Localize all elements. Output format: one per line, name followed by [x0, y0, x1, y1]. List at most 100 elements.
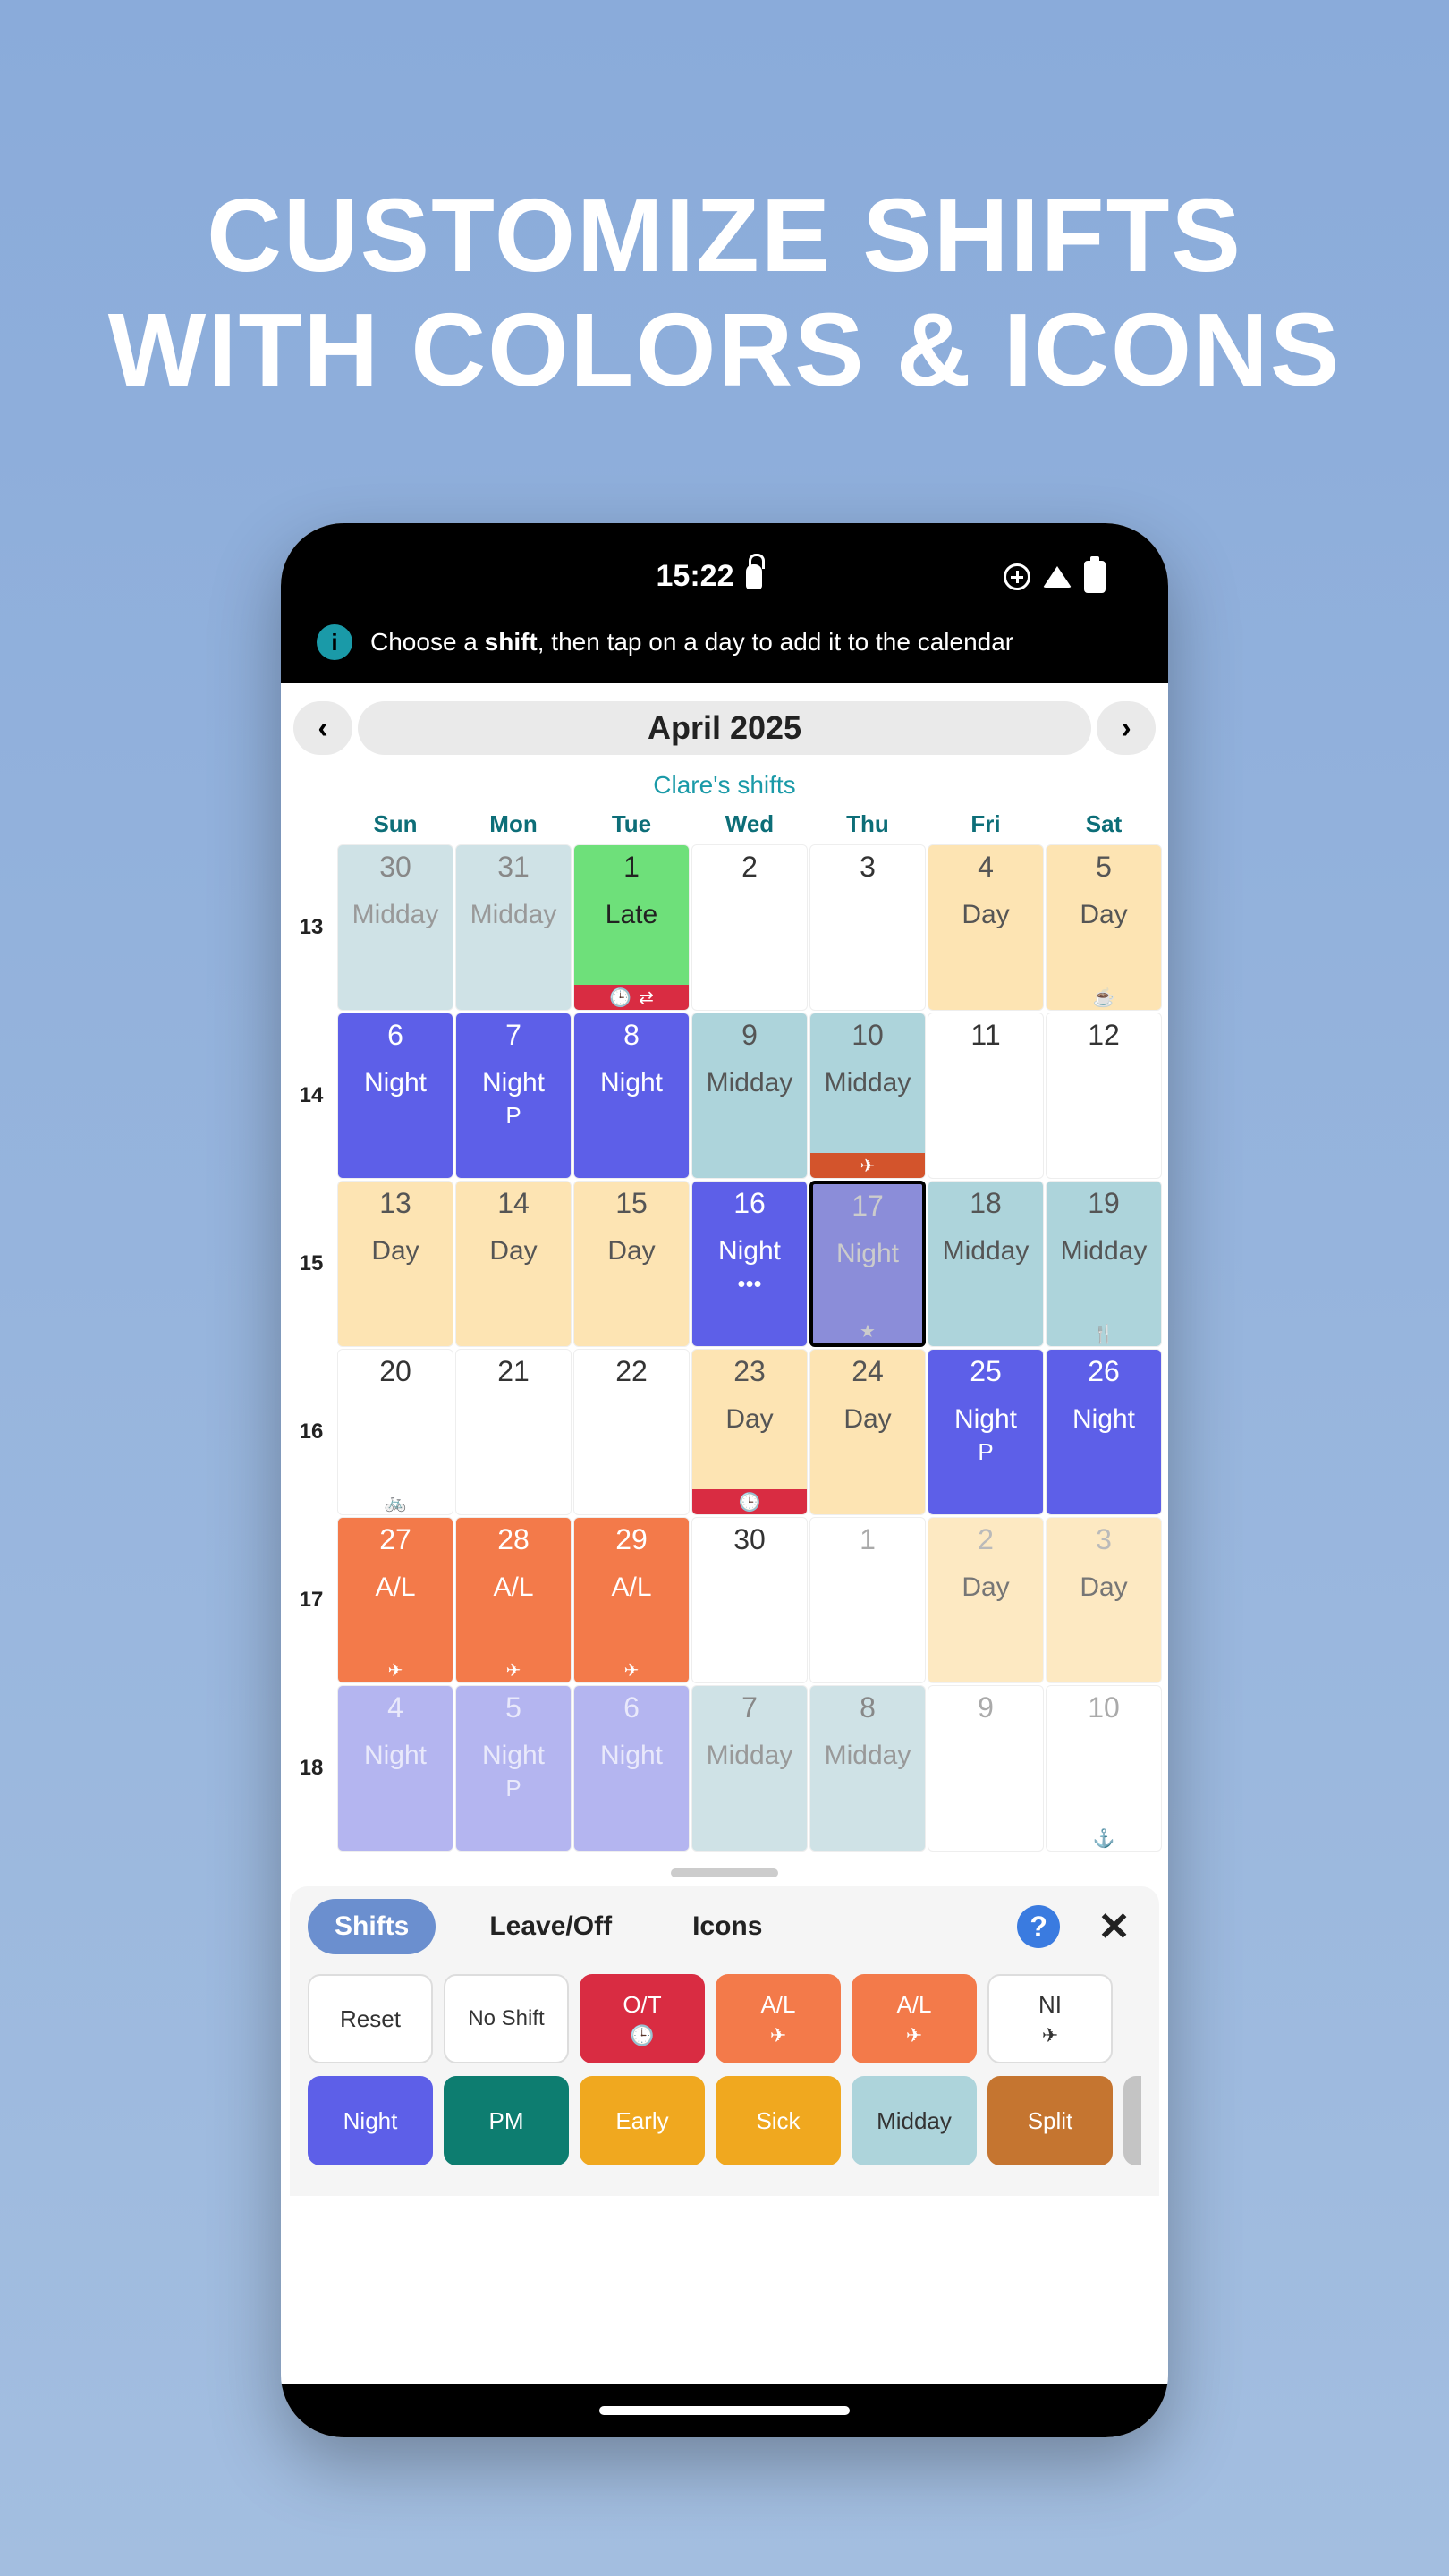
- calendar-cell[interactable]: 7 Night P: [455, 1013, 572, 1179]
- shift-label: Late: [606, 900, 657, 930]
- day-number: 2: [741, 851, 758, 884]
- calendar-cell[interactable]: 10 ⚓: [1046, 1685, 1162, 1852]
- calendar-cell[interactable]: 9 Midday: [691, 1013, 808, 1179]
- phone-frame: 15:22 i Choose a shift, then tap on a da…: [281, 523, 1168, 2437]
- shift-label: Night: [718, 1236, 781, 1267]
- month-navigation: ‹ April 2025 ›: [281, 683, 1168, 762]
- tab-icons[interactable]: Icons: [665, 1899, 789, 1954]
- calendar-cell[interactable]: 25 Night P: [928, 1349, 1044, 1515]
- calendar-cell[interactable]: 15 Day: [573, 1181, 690, 1347]
- shift-sublabel: P: [505, 1102, 521, 1130]
- shift-chip-midday[interactable]: Midday: [852, 2076, 977, 2165]
- shift-label: A/L: [375, 1572, 415, 1603]
- calendar-cell[interactable]: 5 Day ☕: [1046, 844, 1162, 1011]
- calendar-cell[interactable]: 7 Midday: [691, 1685, 808, 1852]
- shift-label: Day: [1080, 1572, 1127, 1603]
- add-alarm-icon: [1004, 564, 1030, 590]
- shift-chip-noshift[interactable]: No Shift: [444, 1974, 569, 2063]
- plane-icon: ✈: [1042, 2024, 1058, 2047]
- calendar-grid: SunMonTueWedThuFriSat 13 30 Midday 31 Mi…: [281, 805, 1168, 1852]
- calendar-cell[interactable]: 1 Late 🕒⇄: [573, 844, 690, 1011]
- shift-chip-sick[interactable]: Sick: [716, 2076, 841, 2165]
- shift-label: Day: [489, 1236, 537, 1267]
- next-month-button[interactable]: ›: [1097, 701, 1156, 755]
- shift-picker-panel: Shifts Leave/Off Icons ? ✕ ResetNo Shift…: [290, 1886, 1159, 2196]
- day-number: 11: [970, 1019, 1000, 1052]
- home-indicator[interactable]: [599, 2406, 850, 2415]
- calendar-cell[interactable]: 3 Day: [1046, 1517, 1162, 1683]
- plane-icon: ✈: [388, 1659, 403, 1682]
- shift-chip-night[interactable]: Night: [308, 2076, 433, 2165]
- shift-chip-ni[interactable]: NI✈: [987, 1974, 1113, 2063]
- calendar-cell[interactable]: 20 🚲: [337, 1349, 453, 1515]
- calendar-cell[interactable]: 24 Day: [809, 1349, 926, 1515]
- shift-label: Night: [364, 1741, 427, 1771]
- calendar-cell[interactable]: 21: [455, 1349, 572, 1515]
- shift-chip-pm[interactable]: PM: [444, 2076, 569, 2165]
- calendar-cell[interactable]: 2 Day: [928, 1517, 1044, 1683]
- day-number: 2: [978, 1523, 994, 1556]
- shift-chip-al[interactable]: A/L✈: [852, 1974, 977, 2063]
- calendar-cell[interactable]: 8 Night: [573, 1013, 690, 1179]
- calendar-cell[interactable]: 28 A/L ✈: [455, 1517, 572, 1683]
- calendar-cell[interactable]: 30: [691, 1517, 808, 1683]
- shift-label: A/L: [493, 1572, 533, 1603]
- calendar-cell[interactable]: 31 Midday: [455, 844, 572, 1011]
- shift-chip-[interactable]: 2: [1123, 2076, 1141, 2165]
- calendar-cell[interactable]: 23 Day 🕒: [691, 1349, 808, 1515]
- prev-month-button[interactable]: ‹: [293, 701, 352, 755]
- calendar-cell[interactable]: 5 Night P: [455, 1685, 572, 1852]
- calendar-cell[interactable]: 10 Midday ✈: [809, 1013, 926, 1179]
- calendar-cell[interactable]: 12: [1046, 1013, 1162, 1179]
- calendar-cell[interactable]: 29 A/L ✈: [573, 1517, 690, 1683]
- calendar-cell[interactable]: 11: [928, 1013, 1044, 1179]
- day-number: 18: [970, 1187, 1002, 1220]
- shift-chip-early[interactable]: Early: [580, 2076, 705, 2165]
- wifi-icon: [1043, 566, 1072, 588]
- calendar-cell[interactable]: 19 Midday 🍴: [1046, 1181, 1162, 1347]
- tab-shifts[interactable]: Shifts: [308, 1899, 436, 1954]
- day-number: 19: [1088, 1187, 1120, 1220]
- shift-label: Night: [364, 1068, 427, 1098]
- calendar-cell[interactable]: 4 Night: [337, 1685, 453, 1852]
- shift-chip-ot[interactable]: O/T🕒: [580, 1974, 705, 2063]
- month-title[interactable]: April 2025: [358, 701, 1091, 755]
- calendar-cell[interactable]: 30 Midday: [337, 844, 453, 1011]
- calendar-cell[interactable]: 6 Night: [337, 1013, 453, 1179]
- drag-handle[interactable]: [671, 1868, 778, 1877]
- week-number: 14: [286, 1012, 336, 1180]
- shift-chip-split[interactable]: Split: [987, 2076, 1113, 2165]
- help-button[interactable]: ?: [1017, 1905, 1060, 1948]
- calendar-cell[interactable]: 27 A/L ✈: [337, 1517, 453, 1683]
- day-number: 25: [970, 1355, 1002, 1388]
- week-number: 17: [286, 1516, 336, 1684]
- calendar-cell[interactable]: 3: [809, 844, 926, 1011]
- calendar-cell[interactable]: 2: [691, 844, 808, 1011]
- calendar-cell[interactable]: 17 Night ★: [809, 1181, 926, 1347]
- hero-text: CUSTOMIZE SHIFTSWITH COLORS & ICONS: [0, 0, 1449, 407]
- shift-label: Day: [962, 1572, 1009, 1603]
- shift-sublabel: P: [505, 1775, 521, 1802]
- calendar-cell[interactable]: 9: [928, 1685, 1044, 1852]
- calendar-cell[interactable]: 22: [573, 1349, 690, 1515]
- shift-label: Day: [725, 1404, 773, 1435]
- calendar-cell[interactable]: 6 Night: [573, 1685, 690, 1852]
- day-number: 4: [978, 851, 994, 884]
- calendar-cell[interactable]: 4 Day: [928, 844, 1044, 1011]
- shift-chip-al[interactable]: A/L✈: [716, 1974, 841, 2063]
- calendar-cell[interactable]: 14 Day: [455, 1181, 572, 1347]
- calendar-cell[interactable]: 18 Midday: [928, 1181, 1044, 1347]
- calendar-cell[interactable]: 1: [809, 1517, 926, 1683]
- clock-icon: 🕒: [739, 1491, 761, 1513]
- dayhead-thu: Thu: [809, 810, 927, 838]
- shift-label: Midday: [825, 1741, 911, 1771]
- calendar-cell[interactable]: 26 Night: [1046, 1349, 1162, 1515]
- calendar-cell[interactable]: 13 Day: [337, 1181, 453, 1347]
- shift-label: Midday: [825, 1068, 911, 1098]
- tab-leave[interactable]: Leave/Off: [462, 1899, 639, 1954]
- calendar-cell[interactable]: 8 Midday: [809, 1685, 926, 1852]
- close-button[interactable]: ✕: [1087, 1904, 1141, 1950]
- shift-chip-reset[interactable]: Reset: [308, 1974, 433, 2063]
- shift-label: Night: [600, 1068, 663, 1098]
- calendar-cell[interactable]: 16 Night •••: [691, 1181, 808, 1347]
